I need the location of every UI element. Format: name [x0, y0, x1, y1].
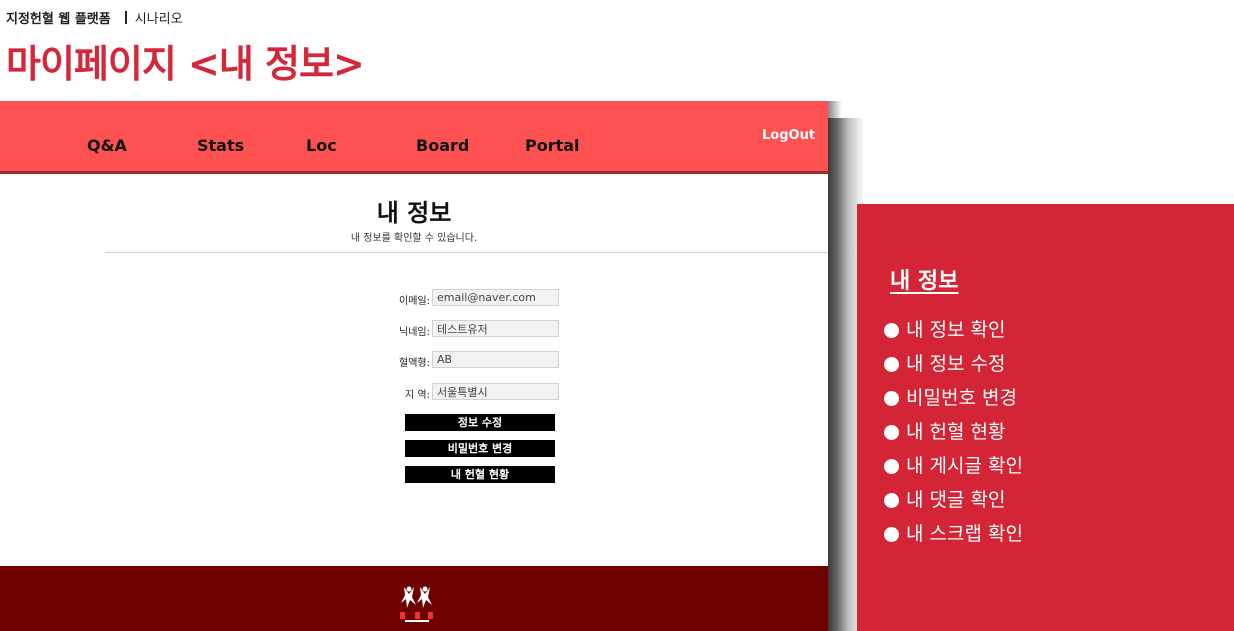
list-item-label: 내 댓글 확인 [906, 489, 1006, 511]
nav-item-board[interactable]: Board [416, 136, 469, 155]
website-screenshot: Q&A Stats Loc Board Portal LogOut 내 정보 내… [0, 101, 828, 631]
logo-icon [400, 586, 433, 622]
list-item-label: 내 스크랩 확인 [906, 523, 1023, 545]
bullet-icon [884, 526, 899, 542]
region-field[interactable] [432, 383, 559, 400]
slide-header: 지정헌혈 웹 플랫폼 시나리오 마이페이지 <내 정보> [6, 8, 365, 88]
breadcrumb: 지정헌혈 웹 플랫폼 시나리오 [6, 8, 364, 27]
list-item-label: 비밀번호 변경 [906, 387, 1017, 409]
breadcrumb-separator [124, 11, 127, 24]
bullet-icon [884, 390, 899, 406]
panel-feature-list: 내 정보 확인 내 정보 수정 비밀번호 변경 내 헌혈 현황 내 게시글 확인… [884, 313, 1023, 551]
nav-item-qna[interactable]: Q&A [87, 136, 127, 155]
blood-type-field[interactable] [432, 351, 559, 368]
list-item: 내 정보 수정 [884, 347, 1023, 381]
list-item: 내 정보 확인 [884, 313, 1023, 347]
top-nav: Q&A Stats Loc Board Portal LogOut [0, 101, 828, 174]
change-password-button[interactable]: 비밀번호 변경 [405, 440, 555, 457]
list-item: 내 게시글 확인 [884, 449, 1023, 483]
list-item-label: 내 정보 확인 [906, 319, 1006, 341]
email-field[interactable] [432, 289, 559, 306]
email-label: 이메일: [399, 296, 430, 307]
nav-item-loc[interactable]: Loc [306, 136, 337, 155]
slide-title: 마이페이지 <내 정보> [6, 42, 365, 86]
region-label: 지 역: [405, 390, 430, 401]
bullet-icon [884, 322, 899, 338]
page-subtitle: 내 정보를 확인할 수 있습니다. [350, 233, 478, 244]
edit-info-button[interactable]: 정보 수정 [405, 414, 555, 431]
nickname-label: 닉네임: [399, 327, 430, 338]
bullet-icon [884, 492, 899, 508]
list-item: 내 헌혈 현황 [884, 415, 1023, 449]
list-item-label: 내 헌혈 현황 [906, 421, 1006, 443]
nav-item-portal[interactable]: Portal [525, 136, 580, 155]
project-name: 지정헌혈 웹 플랫폼 [6, 12, 111, 27]
footer [0, 566, 828, 631]
blood-type-label: 혈액형: [399, 358, 430, 369]
list-item-label: 내 게시글 확인 [906, 455, 1023, 477]
panel-title: 내 정보 [890, 269, 959, 294]
divider [105, 252, 828, 253]
list-item: 내 댓글 확인 [884, 483, 1023, 517]
logout-button[interactable]: LogOut [762, 128, 815, 143]
bullet-icon [884, 356, 899, 372]
info-panel: 내 정보 내 정보 확인 내 정보 수정 비밀번호 변경 내 헌혈 현황 내 게… [857, 204, 1234, 631]
bullet-icon [884, 424, 899, 440]
section-name: 시나리오 [134, 12, 183, 27]
list-item-label: 내 정보 수정 [906, 353, 1006, 375]
nickname-field[interactable] [432, 320, 559, 337]
donation-status-button[interactable]: 내 헌혈 현황 [405, 466, 555, 483]
list-item: 내 스크랩 확인 [884, 517, 1023, 551]
nav-item-stats[interactable]: Stats [197, 136, 244, 155]
list-item: 비밀번호 변경 [884, 381, 1023, 415]
page-title: 내 정보 [376, 199, 452, 227]
bullet-icon [884, 458, 899, 474]
